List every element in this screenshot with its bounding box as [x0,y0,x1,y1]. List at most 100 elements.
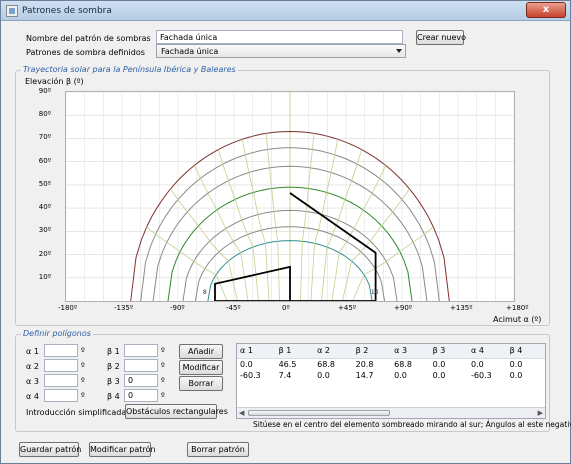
degree-unit: º [81,391,85,400]
degree-unit: º [161,361,165,370]
polygons-group-title: Definir polígonos [21,329,93,338]
modify-button[interactable]: Modificar [179,360,223,375]
alpha-1-input[interactable] [44,344,78,357]
alpha-2-input[interactable] [44,359,78,372]
beta-1-label: β 1 [107,347,120,356]
polygons-table[interactable]: α 1 β 1 α 2 β 2 α 3 β 3 α 4 β 4 0.0 46.5… [236,343,546,419]
defined-patterns-label: Patrones de sombra definidos [26,48,145,57]
y-tick-label: 80º [38,110,51,119]
y-axis-label: Elevación β (º) [25,77,84,86]
table-row[interactable]: 0.0 46.5 68.8 20.8 68.8 0.0 0.0 0.0 [237,358,545,370]
alpha-3-label: α 3 [26,377,39,386]
table-cell: 7.4 [278,370,292,380]
column-header[interactable]: α 1 [237,344,276,359]
horizontal-scrollbar[interactable]: ◀ ▶ [237,407,545,418]
y-tick-label: 30º [38,226,51,235]
close-button[interactable]: x [526,2,566,18]
pattern-name-input[interactable]: Fachada única [156,30,403,44]
y-tick-label: 20º [38,249,51,258]
scroll-right-icon[interactable]: ▶ [538,409,543,417]
x-axis-label: Acimut α (º) [493,315,542,324]
solar-path-chart: 8 10 [65,91,515,302]
y-tick-label: 50º [38,179,51,188]
y-tick-label: 70º [38,133,51,142]
hour-line [194,165,249,302]
delete-button[interactable]: Borrar [179,376,223,391]
create-new-button[interactable]: Crear nuevo [416,30,466,45]
x-tick-label: -135º [114,304,134,312]
beta-2-input[interactable] [124,359,158,372]
hour-line [310,139,339,302]
x-tick-label: +135º [450,304,473,312]
alpha-1-label: α 1 [26,347,39,356]
beta-2-label: β 2 [107,362,120,371]
simplified-input-label: Introducción simplificada [26,408,127,417]
table-cell: -60.3 [240,370,261,380]
pattern-name-label: Nombre del patrón de sombras [26,34,151,43]
table-cell: -60.3 [471,370,492,380]
table-cell: 20.8 [355,359,374,369]
table-cell: 0.0 [394,370,407,380]
x-tick-label: +180º [506,304,529,312]
beta-4-label: β 4 [107,392,120,401]
table-cell: 0.0 [509,359,523,369]
alpha-2-label: α 2 [26,362,39,371]
beta-4-input[interactable]: 0 [124,389,158,402]
title-bar: Patrones de sombra x [1,1,570,21]
column-header[interactable]: β 1 [275,344,315,359]
column-header[interactable]: α 2 [314,344,353,359]
beta-3-label: β 3 [107,377,120,386]
degree-unit: º [161,376,165,385]
degree-unit: º [81,376,85,385]
table-cell: 46.5 [278,359,297,369]
table-cell: 0.0 [471,359,484,369]
x-tick-label: -180º [58,304,78,312]
table-cell: 0.0 [432,359,446,369]
scrollbar-thumb[interactable] [248,410,390,416]
hour-label: 8 [203,289,207,296]
x-tick-label: 0º [282,304,290,312]
rectangular-obstacles-button[interactable]: Obstáculos rectangulares [125,404,228,419]
scroll-left-icon[interactable]: ◀ [239,409,244,417]
save-pattern-button[interactable]: Guardar patrón [19,442,81,457]
modify-pattern-button[interactable]: Modificar patrón [89,442,155,457]
table-cell: 14.7 [355,370,374,380]
chevron-down-icon [396,49,402,53]
x-tick-label: +90º [394,304,413,312]
column-header[interactable]: α 4 [468,344,507,359]
degree-unit: º [81,361,85,370]
column-header[interactable]: β 2 [352,344,392,359]
column-header[interactable]: β 3 [429,344,468,359]
hour-line [265,133,280,302]
chart-svg: 8 10 [65,91,515,302]
alpha-4-input[interactable] [44,389,78,402]
table-cell: 0.0 [240,359,253,369]
hour-line [331,165,386,302]
hour-label: 10 [371,289,379,296]
solar-path-group-title: Trayectoria solar para la Península Ibér… [21,65,238,74]
alpha-3-input[interactable] [44,374,78,387]
delete-pattern-button[interactable]: Borrar patrón [187,442,249,457]
beta-3-input[interactable]: 0 [124,374,158,387]
app-icon [6,5,18,17]
x-tick-label: -90º [170,304,185,312]
hour-line [300,133,315,302]
table-cell: 68.8 [317,359,335,369]
y-tick-label: 60º [38,156,51,165]
y-tick-label: 10º [38,272,51,281]
column-header[interactable]: α 3 [391,344,430,359]
y-tick-label: 90º [38,87,51,95]
y-tick-label: 40º [38,203,51,212]
beta-1-input[interactable] [124,344,158,357]
orientation-note: Sitúese en el centro del elemento sombre… [253,420,571,429]
degree-unit: º [161,346,165,355]
window-title: Patrones de sombra [22,6,112,16]
defined-patterns-value: Fachada única [161,47,219,56]
add-button[interactable]: Añadir [179,344,223,359]
table-row[interactable]: -60.3 7.4 0.0 14.7 0.0 0.0 -60.3 0.0 [237,370,545,381]
column-header[interactable]: β 4 [506,344,545,359]
shadow-patterns-window: Patrones de sombra x Nombre del patrón d… [0,0,571,464]
alpha-4-label: α 4 [26,392,39,401]
defined-patterns-select[interactable]: Fachada única [156,44,406,58]
table-cell: 68.8 [394,359,412,369]
